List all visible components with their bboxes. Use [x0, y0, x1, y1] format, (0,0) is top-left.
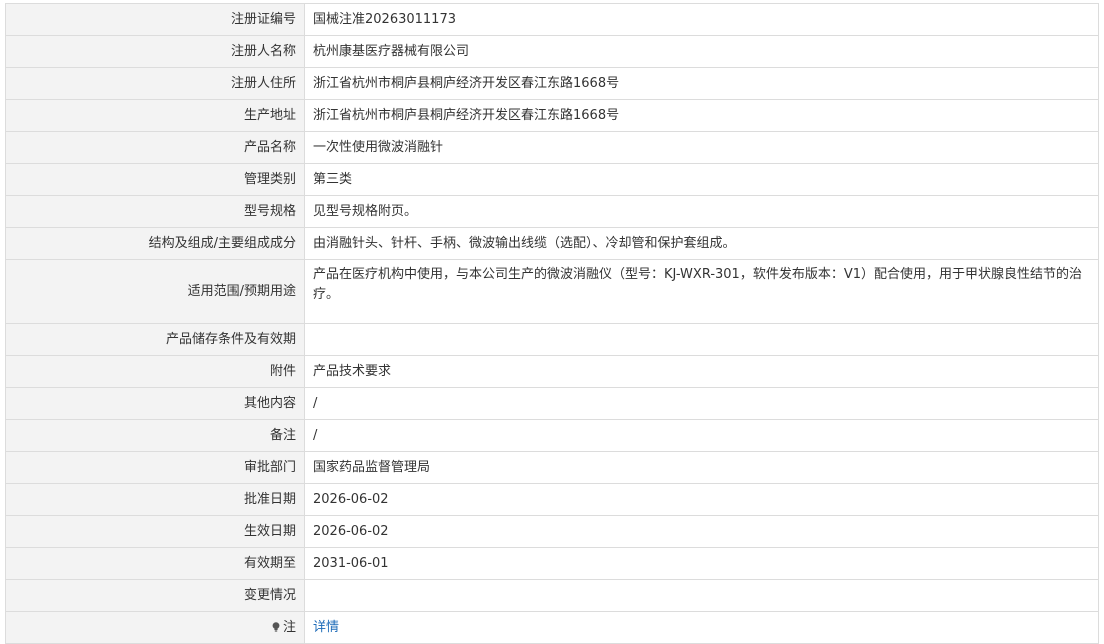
row-approval-date: 批准日期 2026-06-02	[5, 483, 1099, 516]
field-label: 附件	[5, 355, 305, 388]
row-attachment: 附件 产品技术要求	[5, 355, 1099, 388]
field-label: 有效期至	[5, 547, 305, 580]
row-approval-department: 审批部门 国家药品监督管理局	[5, 451, 1099, 484]
field-label: 审批部门	[5, 451, 305, 484]
field-label: 型号规格	[5, 195, 305, 228]
field-label: 结构及组成/主要组成成分	[5, 227, 305, 260]
field-value: 产品在医疗机构中使用，与本公司生产的微波消融仪（型号：KJ-WXR-301，软件…	[304, 259, 1099, 324]
row-remarks: 备注 /	[5, 419, 1099, 452]
row-registrant-address: 注册人住所 浙江省杭州市桐庐县桐庐经济开发区春江东路1668号	[5, 67, 1099, 100]
field-value: 2026-06-02	[304, 483, 1099, 516]
note-label: 注	[282, 619, 296, 635]
field-label: 变更情况	[5, 579, 305, 612]
field-value	[304, 579, 1099, 612]
row-other-content: 其他内容 /	[5, 387, 1099, 420]
field-value: 由消融针头、针杆、手柄、微波输出线缆（选配）、冷却管和保护套组成。	[304, 227, 1099, 260]
row-effective-date: 生效日期 2026-06-02	[5, 515, 1099, 548]
row-product-name: 产品名称 一次性使用微波消融针	[5, 131, 1099, 164]
row-registration-number: 注册证编号 国械注准20263011173	[5, 3, 1099, 36]
field-label: 产品名称	[5, 131, 305, 164]
row-registrant-name: 注册人名称 杭州康基医疗器械有限公司	[5, 35, 1099, 68]
field-value	[304, 323, 1099, 356]
row-note: 注 详情	[5, 611, 1099, 644]
field-value: 浙江省杭州市桐庐县桐庐经济开发区春江东路1668号	[304, 67, 1099, 100]
field-value: 一次性使用微波消融针	[304, 131, 1099, 164]
field-label: 注册人住所	[5, 67, 305, 100]
field-value: 第三类	[304, 163, 1099, 196]
field-value: 国械注准20263011173	[304, 3, 1099, 36]
field-label: 注册人名称	[5, 35, 305, 68]
row-expiry-date: 有效期至 2031-06-01	[5, 547, 1099, 580]
field-value: 国家药品监督管理局	[304, 451, 1099, 484]
row-change-status: 变更情况	[5, 579, 1099, 612]
field-value: 浙江省杭州市桐庐县桐庐经济开发区春江东路1668号	[304, 99, 1099, 132]
details-link[interactable]: 详情	[313, 620, 339, 635]
registration-detail-table: 注册证编号 国械注准20263011173 注册人名称 杭州康基医疗器械有限公司…	[5, 3, 1099, 644]
row-storage-validity: 产品储存条件及有效期	[5, 323, 1099, 356]
field-value: /	[304, 387, 1099, 420]
field-label: 管理类别	[5, 163, 305, 196]
field-value: 产品技术要求	[304, 355, 1099, 388]
field-label: 生产地址	[5, 99, 305, 132]
note-value-cell: 详情	[304, 611, 1099, 644]
field-label: 备注	[5, 419, 305, 452]
row-management-category: 管理类别 第三类	[5, 163, 1099, 196]
field-label: 适用范围/预期用途	[5, 259, 305, 324]
field-value: 2031-06-01	[304, 547, 1099, 580]
row-model-spec: 型号规格 见型号规格附页。	[5, 195, 1099, 228]
row-intended-use: 适用范围/预期用途 产品在医疗机构中使用，与本公司生产的微波消融仪（型号：KJ-…	[5, 259, 1099, 324]
lightbulb-icon	[272, 619, 280, 632]
field-label: 批准日期	[5, 483, 305, 516]
field-value: 杭州康基医疗器械有限公司	[304, 35, 1099, 68]
field-label: 生效日期	[5, 515, 305, 548]
row-structure-composition: 结构及组成/主要组成成分 由消融针头、针杆、手柄、微波输出线缆（选配）、冷却管和…	[5, 227, 1099, 260]
field-label: 产品储存条件及有效期	[5, 323, 305, 356]
field-value: 见型号规格附页。	[304, 195, 1099, 228]
field-label: 其他内容	[5, 387, 305, 420]
field-value: /	[304, 419, 1099, 452]
field-label: 注册证编号	[5, 3, 305, 36]
note-label-cell: 注	[5, 611, 305, 644]
row-production-address: 生产地址 浙江省杭州市桐庐县桐庐经济开发区春江东路1668号	[5, 99, 1099, 132]
field-value: 2026-06-02	[304, 515, 1099, 548]
